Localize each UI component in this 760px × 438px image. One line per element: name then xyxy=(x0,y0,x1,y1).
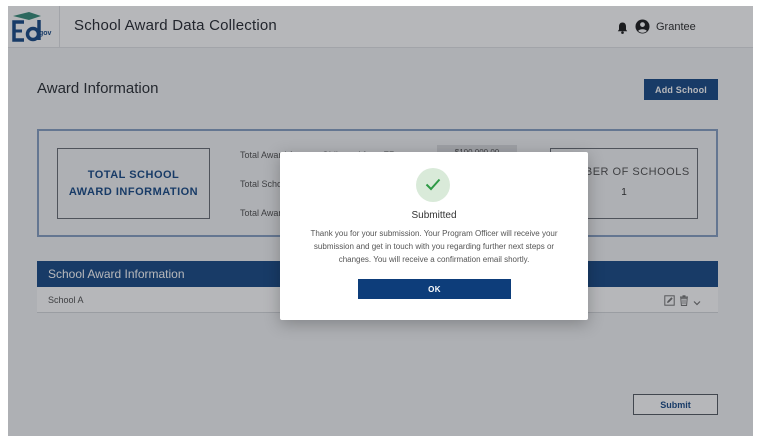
dialog-message: Thank you for your submission. Your Prog… xyxy=(310,229,558,264)
app-window: .gov School Award Data Collection Grante… xyxy=(8,6,753,436)
submission-confirmation-dialog: Submitted Thank you for your submission.… xyxy=(280,152,588,320)
dialog-title: Submitted xyxy=(411,210,457,221)
ok-button[interactable]: OK xyxy=(358,279,511,299)
check-icon xyxy=(416,168,450,202)
